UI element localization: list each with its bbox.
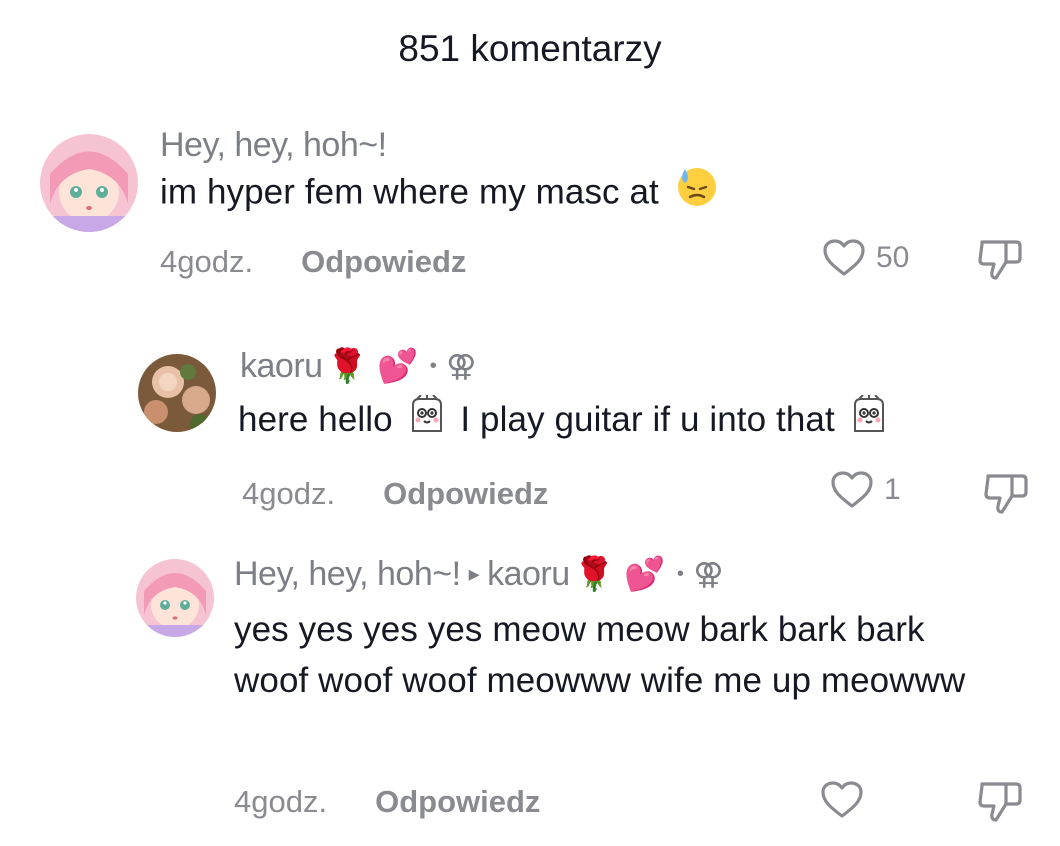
avatar[interactable] xyxy=(40,134,138,232)
like-count: 50 xyxy=(876,241,910,274)
comment-time: 4godz. xyxy=(242,476,336,511)
thumbs-down-icon[interactable] xyxy=(982,470,1030,516)
reply-button[interactable]: Odpowiedz xyxy=(301,244,466,280)
reply-button[interactable]: Odpowiedz xyxy=(383,476,548,512)
heart-outline-icon[interactable] xyxy=(830,470,874,510)
comment-meta: 4godz. Odpowiedz xyxy=(234,784,540,820)
comment-body: yes yes yes yes meow meow bark bark bark… xyxy=(234,610,966,700)
separator-dot: • xyxy=(676,562,684,585)
comments-count-title: 851 komentarzy xyxy=(398,28,662,69)
reply-to-username[interactable]: kaoru xyxy=(487,555,570,594)
dislike-button[interactable] xyxy=(982,470,1030,516)
name-emojis: 🌹 💕 xyxy=(573,554,666,593)
ghost-emoji-icon xyxy=(407,394,447,449)
ghost-emoji-icon xyxy=(849,394,889,449)
comment-text: yes yes yes yes meow meow bark bark bark… xyxy=(234,604,994,706)
comment-text: here hello I play guitar if u into that xyxy=(238,394,893,449)
like-button[interactable]: 50 xyxy=(822,238,909,278)
comment-meta: 4godz. Odpowiedz xyxy=(242,476,548,512)
separator-dot: • xyxy=(429,354,437,377)
heart-outline-icon[interactable] xyxy=(820,780,864,820)
name-emojis: 🌹 💕 xyxy=(326,346,419,385)
username-text[interactable]: kaoru xyxy=(240,347,323,386)
heart-outline-icon[interactable] xyxy=(822,238,866,278)
dislike-button[interactable] xyxy=(976,778,1024,824)
comment-time: 4godz. xyxy=(160,244,254,279)
username-text[interactable]: Hey, hey, hoh~! xyxy=(160,126,387,165)
comment-body-part2: I play guitar if u into that xyxy=(460,400,835,439)
reply-button[interactable]: Odpowiedz xyxy=(375,784,540,820)
comment-text: im hyper fem where my masc at xyxy=(160,165,725,223)
sweat-emoji-icon xyxy=(675,165,719,223)
like-count: 1 xyxy=(884,473,901,506)
name-symbol: ⚢ xyxy=(446,348,476,384)
comment-username[interactable]: Hey, hey, hoh~! ▸ kaoru 🌹 💕 • ⚢ xyxy=(234,554,723,594)
thumbs-down-icon[interactable] xyxy=(976,236,1024,282)
comment-username[interactable]: kaoru 🌹 💕 • ⚢ xyxy=(240,346,476,386)
like-button[interactable] xyxy=(820,780,874,820)
like-button[interactable]: 1 xyxy=(830,470,901,510)
dislike-button[interactable] xyxy=(976,236,1024,282)
comment-body: im hyper fem where my masc at xyxy=(160,172,659,212)
comment-meta: 4godz. Odpowiedz xyxy=(160,244,466,280)
comment-body-part1: here hello xyxy=(238,400,393,439)
name-symbol: ⚢ xyxy=(693,556,723,592)
comment-time: 4godz. xyxy=(234,784,328,819)
comment-username[interactable]: Hey, hey, hoh~! xyxy=(160,126,387,165)
username-text[interactable]: Hey, hey, hoh~! xyxy=(234,555,461,594)
avatar[interactable] xyxy=(138,354,216,432)
reply-arrow-icon: ▸ xyxy=(468,561,480,586)
avatar[interactable] xyxy=(136,559,214,637)
thumbs-down-icon[interactable] xyxy=(976,778,1024,824)
